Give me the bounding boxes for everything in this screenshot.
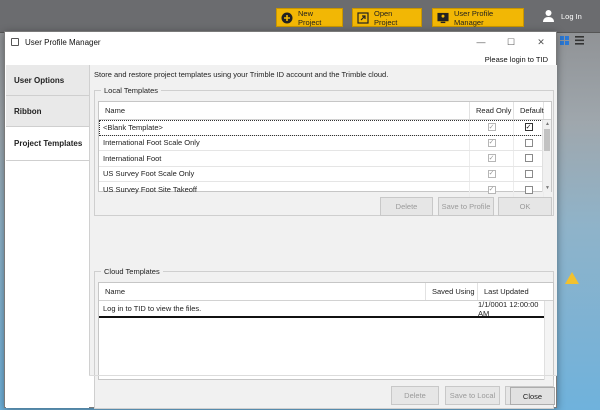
table-row[interactable]: Log in to TID to view the files. 1/1/000…	[99, 299, 553, 318]
sidebar-item-ribbon[interactable]: Ribbon	[6, 96, 89, 127]
dialog-title: User Profile Manager	[25, 37, 101, 47]
save-to-profile-button[interactable]: Save to Profile	[438, 197, 494, 216]
column-header-read-only[interactable]: Read Only	[470, 102, 514, 119]
close-button[interactable]: Close	[510, 387, 555, 405]
list-view-icon[interactable]	[575, 36, 584, 45]
column-header-default[interactable]: Default	[514, 102, 544, 119]
table-row[interactable]: US Survey Foot Site Takeoff ✓	[99, 182, 551, 198]
table-row[interactable]: International Foot Scale Only ✓	[99, 135, 551, 151]
sidebar-item-label: Project Templates	[14, 139, 83, 148]
view-tools	[560, 36, 584, 45]
default-checkbox[interactable]	[524, 169, 533, 178]
warning-triangle-icon	[565, 272, 579, 284]
table-header: Name Read Only Default	[99, 102, 551, 120]
sidebar: User Options Ribbon Project Templates	[6, 65, 89, 408]
default-checkbox[interactable]	[524, 185, 533, 194]
sidebar-item-user-options[interactable]: User Options	[6, 65, 89, 96]
window-controls: — ☐ ✕	[466, 32, 556, 52]
read-only-checkbox: ✓	[487, 169, 496, 178]
save-to-local-button[interactable]: Save to Local	[445, 386, 500, 405]
login-tid-text: Please login to TID	[484, 55, 548, 64]
table-row[interactable]: US Survey Foot Scale Only ✓	[99, 166, 551, 182]
local-templates-table: Name Read Only Default <Blank Template> …	[98, 101, 552, 198]
close-icon[interactable]: ✕	[526, 32, 556, 52]
user-profile-manager-dialog: User Profile Manager — ☐ ✕ Please login …	[4, 31, 557, 409]
user-profile-manager-label: User Profile Manager	[454, 8, 494, 27]
table-row[interactable]: International Foot ✓	[99, 151, 551, 167]
cloud-templates-table: Name Saved Using Last Updated Log in to …	[98, 282, 554, 380]
cloud-templates-group: Cloud Templates Name Saved Using Last Up…	[94, 267, 554, 409]
new-project-button[interactable]: New Project	[276, 8, 343, 27]
open-project-button[interactable]: Open Project	[352, 8, 422, 27]
login-button[interactable]: Log In	[542, 9, 582, 24]
column-header-name[interactable]: Name	[99, 102, 470, 119]
open-folder-icon	[357, 11, 369, 24]
monitor-user-icon	[437, 12, 449, 24]
local-templates-group: Local Templates Name Read Only Default <…	[94, 86, 554, 216]
local-ok-button[interactable]: OK	[498, 197, 552, 216]
column-header-last-updated[interactable]: Last Updated	[478, 283, 544, 300]
template-name: US Survey Foot Site Takeoff	[99, 182, 470, 198]
template-name: US Survey Foot Scale Only	[99, 166, 470, 181]
read-only-checkbox: ✓	[487, 138, 496, 147]
cloud-template-name: Log in to TID to view the files.	[103, 304, 202, 313]
read-only-checkbox: ✓	[487, 123, 496, 132]
column-header-saved-using[interactable]: Saved Using	[426, 283, 478, 300]
table-header: Name Saved Using Last Updated	[99, 283, 553, 301]
cloud-template-saved-using	[426, 301, 478, 316]
template-name: <Blank Template>	[99, 120, 470, 135]
scroll-down-icon[interactable]: ▼	[543, 184, 552, 192]
plus-icon	[281, 12, 293, 24]
default-checkbox[interactable]	[524, 138, 533, 147]
cloud-templates-scrollbar[interactable]	[544, 301, 553, 380]
cloud-delete-button[interactable]: Delete	[391, 386, 439, 405]
maximize-icon[interactable]: ☐	[496, 32, 526, 52]
user-profile-manager-button[interactable]: User Profile Manager	[432, 8, 524, 27]
app-icon	[11, 38, 19, 46]
login-label: Log In	[561, 12, 582, 21]
sidebar-item-label: Ribbon	[14, 106, 42, 116]
new-project-label: New Project	[298, 8, 322, 27]
grid-view-icon[interactable]	[560, 36, 569, 45]
cloud-templates-title: Cloud Templates	[101, 267, 163, 276]
open-project-label: Open Project	[374, 8, 398, 27]
local-templates-title: Local Templates	[101, 86, 162, 95]
local-templates-scrollbar[interactable]: ▲ ▼	[542, 120, 551, 192]
default-checkbox[interactable]	[524, 154, 533, 163]
column-header-name[interactable]: Name	[99, 283, 426, 300]
read-only-checkbox: ✓	[487, 185, 496, 194]
description-text: Store and restore project templates usin…	[94, 70, 389, 79]
project-templates-panel: Store and restore project templates usin…	[89, 65, 557, 409]
template-name: International Foot Scale Only	[99, 135, 470, 150]
local-delete-button[interactable]: Delete	[380, 197, 433, 216]
cloud-template-last-updated: 1/1/0001 12:00:00 AM	[478, 299, 539, 318]
minimize-icon[interactable]: —	[466, 32, 496, 52]
table-row[interactable]: <Blank Template> ✓ ✓	[99, 120, 551, 136]
template-name: International Foot	[99, 151, 470, 166]
user-icon	[542, 9, 555, 24]
read-only-checkbox: ✓	[487, 154, 496, 163]
sidebar-item-project-templates[interactable]: Project Templates	[6, 127, 89, 161]
scroll-up-icon[interactable]: ▲	[543, 120, 552, 128]
default-checkbox[interactable]: ✓	[524, 123, 533, 132]
sidebar-item-label: User Options	[14, 75, 65, 85]
scrollbar-thumb[interactable]	[544, 129, 550, 151]
